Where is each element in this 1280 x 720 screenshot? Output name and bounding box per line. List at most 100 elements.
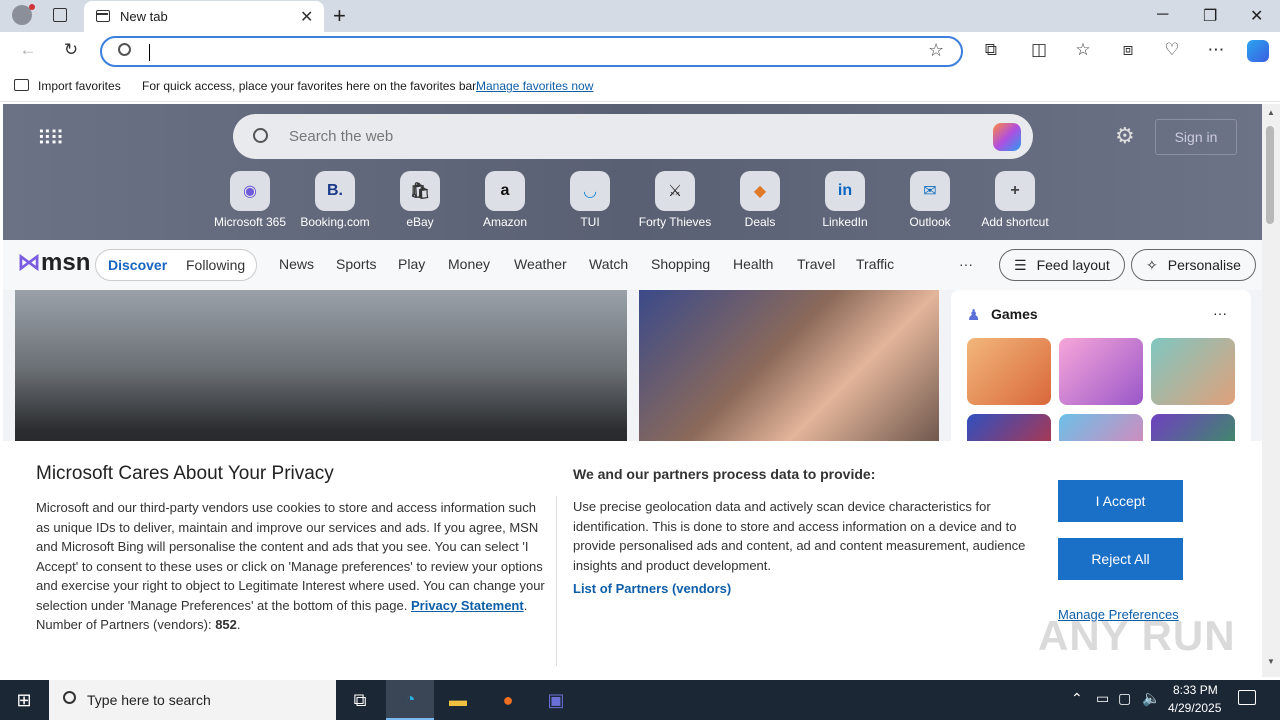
- processing-title: We and our partners process data to prov…: [573, 466, 876, 482]
- games-title: Games: [991, 306, 1038, 322]
- title-bar: New tab ✕ + ─ ❐ ✕: [0, 0, 1280, 32]
- game-tile[interactable]: [967, 338, 1051, 405]
- more-menu-icon[interactable]: ⋯: [1205, 40, 1227, 60]
- shortcut-tile[interactable]: ◉ Microsoft 365: [205, 171, 295, 229]
- msn-nav-bar: ⋈msn Discover Following News Sports Play…: [3, 240, 1262, 290]
- tray-chevron-icon[interactable]: ⌃: [1071, 690, 1083, 707]
- manage-favorites-link[interactable]: Manage favorites now: [476, 79, 593, 93]
- nav-news[interactable]: News: [279, 256, 314, 272]
- nav-watch[interactable]: Watch: [589, 256, 628, 272]
- privacy-body: Microsoft and our third-party vendors us…: [36, 500, 545, 632]
- favorite-star-icon[interactable]: ☆: [928, 40, 944, 61]
- shortcut-label: Forty Thieves: [638, 215, 712, 229]
- msn-butterfly-icon: ⋈: [17, 249, 41, 276]
- extensions-icon[interactable]: ⧉: [980, 40, 1002, 60]
- shortcut-tile[interactable]: B. Booking.com: [290, 171, 380, 229]
- notification-dot-icon: [29, 4, 35, 10]
- anyrun-watermark: ANY RUN: [1038, 612, 1236, 659]
- privacy-body-text: Microsoft and our third-party vendors us…: [36, 500, 545, 613]
- network-icon[interactable]: ▢: [1118, 690, 1131, 707]
- web-search-box[interactable]: Search the web: [233, 114, 1033, 159]
- list-of-partners-link[interactable]: List of Partners (vendors): [573, 581, 731, 596]
- nav-money[interactable]: Money: [448, 256, 490, 272]
- shortcut-icon: +: [995, 171, 1035, 211]
- tab-actions-icon[interactable]: [53, 8, 67, 22]
- msn-logo[interactable]: ⋈msn: [17, 248, 90, 277]
- shortcut-tile[interactable]: ⚔ Forty Thieves: [630, 171, 720, 229]
- import-favorites-button[interactable]: Import favorites: [38, 79, 121, 93]
- shortcut-tile[interactable]: 🛍 eBay: [375, 171, 465, 229]
- shortcut-tile[interactable]: ✉ Outlook: [885, 171, 975, 229]
- shortcut-tile[interactable]: in LinkedIn: [800, 171, 890, 229]
- game-tile[interactable]: [1151, 338, 1235, 405]
- file-explorer-icon[interactable]: ▬: [434, 680, 482, 720]
- start-windows-icon[interactable]: ⊞: [0, 680, 48, 720]
- shortcut-tile[interactable]: a Amazon: [460, 171, 550, 229]
- clock-time[interactable]: 8:33 PM: [1173, 683, 1218, 697]
- nav-sports[interactable]: Sports: [336, 256, 376, 272]
- firefox-icon[interactable]: ●: [484, 680, 532, 720]
- privacy-title: Microsoft Cares About Your Privacy: [36, 463, 334, 484]
- collections-icon[interactable]: ⧈: [1117, 40, 1139, 60]
- accept-button[interactable]: I Accept: [1058, 480, 1183, 522]
- scroll-down-icon[interactable]: ▼: [1267, 657, 1275, 666]
- personalise-button[interactable]: ✧ Personalise: [1131, 249, 1256, 281]
- favorites-hint: For quick access, place your favorites h…: [142, 79, 479, 93]
- tab-following[interactable]: Following: [186, 257, 245, 273]
- nav-traffic[interactable]: Traffic: [856, 256, 894, 272]
- shortcut-icon: ⚔: [655, 171, 695, 211]
- nav-shopping[interactable]: Shopping: [651, 256, 710, 272]
- split-screen-icon[interactable]: ◫: [1028, 40, 1050, 60]
- shortcut-label: Microsoft 365: [213, 215, 287, 229]
- shortcut-tile[interactable]: + Add shortcut: [970, 171, 1060, 229]
- game-tile[interactable]: [1059, 338, 1143, 405]
- restore-button[interactable]: ❐: [1203, 6, 1217, 26]
- address-bar[interactable]: ☆: [100, 36, 963, 67]
- web-search-input[interactable]: Search the web: [289, 128, 393, 145]
- page-scrollbar[interactable]: ▲ ▼: [1262, 104, 1280, 677]
- games-more-button[interactable]: ···: [1213, 305, 1227, 321]
- taskbar-search-input[interactable]: Type here to search: [87, 692, 211, 708]
- nav-more-button[interactable]: ···: [959, 256, 973, 272]
- app-launcher-icon[interactable]: ⠿⠿: [37, 126, 64, 151]
- tab-close-button[interactable]: ✕: [300, 7, 313, 27]
- nav-travel[interactable]: Travel: [797, 256, 835, 272]
- nav-health[interactable]: Health: [733, 256, 773, 272]
- tray-device-icon[interactable]: ▭: [1096, 690, 1109, 707]
- shortcut-tile[interactable]: ◆ Deals: [715, 171, 805, 229]
- shortcut-icon: ◉: [230, 171, 270, 211]
- back-button[interactable]: ←: [17, 40, 39, 60]
- sign-in-button[interactable]: Sign in: [1155, 119, 1237, 155]
- copilot-icon[interactable]: [1247, 40, 1269, 62]
- scrollbar-thumb[interactable]: [1266, 126, 1274, 224]
- edge-taskbar-icon[interactable]: ◔: [386, 680, 434, 720]
- task-view-icon[interactable]: ⧉: [336, 680, 384, 720]
- processing-body: Use precise geolocation data and activel…: [573, 499, 1026, 573]
- volume-icon[interactable]: 🔈: [1142, 689, 1161, 707]
- tab-discover[interactable]: Discover: [108, 257, 167, 273]
- refresh-button[interactable]: ↻: [60, 40, 82, 60]
- settings-gear-icon[interactable]: ⚙: [1115, 123, 1135, 149]
- notifications-icon[interactable]: [1238, 690, 1256, 705]
- shortcut-tile[interactable]: ◡ TUI: [545, 171, 635, 229]
- reject-all-button[interactable]: Reject All: [1058, 538, 1183, 580]
- nav-play[interactable]: Play: [398, 256, 425, 272]
- shortcut-label: Booking.com: [300, 215, 370, 229]
- clock-date[interactable]: 4/29/2025: [1168, 701, 1221, 715]
- taskbar-search-box[interactable]: Type here to search: [49, 680, 336, 720]
- new-tab-button[interactable]: +: [333, 3, 346, 29]
- sliders-icon: ☰: [1014, 256, 1027, 273]
- taskbar-search-icon: [63, 691, 76, 704]
- feed-layout-button[interactable]: ☰ Feed layout: [999, 249, 1125, 281]
- scroll-up-icon[interactable]: ▲: [1267, 108, 1275, 117]
- nav-weather[interactable]: Weather: [514, 256, 567, 272]
- tab-new-tab[interactable]: New tab ✕: [84, 1, 324, 32]
- teams-icon[interactable]: ▣: [532, 680, 580, 720]
- browser-essentials-icon[interactable]: ♡: [1161, 40, 1183, 60]
- close-window-button[interactable]: ✕: [1250, 6, 1263, 26]
- privacy-statement-link[interactable]: Privacy Statement: [411, 598, 524, 613]
- copilot-search-icon[interactable]: [993, 123, 1021, 151]
- shortcut-label: Deals: [744, 215, 776, 229]
- favorites-icon[interactable]: ☆: [1072, 40, 1094, 60]
- minimize-button[interactable]: ─: [1157, 6, 1168, 24]
